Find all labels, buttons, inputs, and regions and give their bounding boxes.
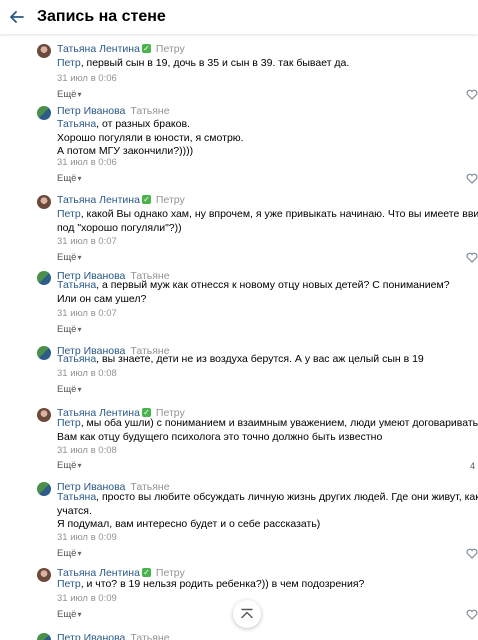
comment-date[interactable]: 31 июл в 0:06: [57, 157, 117, 168]
chevron-down-icon: ▾: [77, 610, 82, 619]
mention-link[interactable]: Татьяна: [57, 491, 96, 503]
comment: Татьяна Лентина ✓ Петру Петр, первый сын в…: [0, 39, 478, 100]
author-name[interactable]: Татьяна Лентина: [57, 43, 140, 55]
more-button[interactable]: Ещё▾: [57, 173, 81, 184]
comment-text: Петр, и что? в 19 нельзя родить ребенка?…: [57, 578, 365, 590]
reply-to[interactable]: Петру: [156, 43, 185, 55]
comment: Петр Иванова Татьяне Татьяна, просто вы л…: [0, 477, 478, 562]
author-name[interactable]: Петр Иванова: [57, 632, 125, 640]
avatar[interactable]: [37, 106, 51, 120]
top-bar: Запись на стене: [0, 0, 478, 34]
like-heart-icon[interactable]: [466, 173, 478, 184]
comment-date[interactable]: 31 июл в 0:07: [57, 308, 117, 319]
more-button[interactable]: Ещё▾: [57, 609, 81, 620]
chevron-down-icon: ▾: [77, 385, 82, 394]
avatar[interactable]: [37, 346, 51, 360]
comment: Петр Иванова Татьяне: [0, 628, 478, 640]
mention-link[interactable]: Татьяна: [57, 279, 96, 291]
comment-text: Татьяна, просто вы любите обсуждать личн…: [57, 491, 478, 530]
verified-icon: ✓: [141, 408, 151, 417]
comment-text: Татьяна, от разных браков. Хорошо погуля…: [57, 118, 244, 157]
like-heart-icon[interactable]: [466, 609, 478, 620]
comment: Петр Иванова Татьяне Татьяна, вы знаете, …: [0, 341, 478, 397]
more-button[interactable]: Ещё▾: [57, 460, 81, 471]
avatar[interactable]: [37, 271, 51, 285]
comment-date[interactable]: 31 июл в 0:08: [57, 368, 117, 379]
more-button[interactable]: Ещё▾: [57, 548, 81, 559]
chevron-down-icon: ▾: [77, 90, 82, 99]
back-arrow-icon: [10, 11, 24, 23]
more-button[interactable]: Ещё▾: [57, 324, 81, 335]
like-heart-icon[interactable]: [466, 89, 478, 100]
avatar[interactable]: [37, 482, 51, 496]
avatar[interactable]: [37, 195, 51, 209]
comment: Татьяна Лентина ✓ Петру Петр, мы оба ушли)…: [0, 403, 478, 475]
comment-header: Татьяна Лентина ✓ Петру: [57, 194, 185, 206]
comment: Татьяна Лентина ✓ Петру Петр, какой Вы одн…: [0, 190, 478, 263]
comment-date[interactable]: 31 июл в 0:07: [57, 236, 117, 247]
like-heart-icon[interactable]: [466, 252, 478, 263]
more-button[interactable]: Ещё▾: [57, 89, 81, 100]
more-button[interactable]: Ещё▾: [57, 252, 81, 263]
comment-header: Петр Иванова Татьяне: [57, 632, 170, 640]
mention-link[interactable]: Татьяна: [57, 353, 96, 365]
mention-link[interactable]: Петр: [57, 417, 81, 429]
like-heart-icon[interactable]: [466, 548, 478, 559]
verified-icon: ✓: [141, 44, 151, 53]
comment-header: Татьяна Лентина ✓ Петру: [57, 43, 185, 55]
avatar[interactable]: [37, 44, 51, 58]
scroll-to-top-button[interactable]: [233, 600, 261, 628]
comment: Петр Иванова Татьяне Татьяна, а первый му…: [0, 266, 478, 338]
reply-to[interactable]: Петру: [156, 194, 185, 206]
author-name[interactable]: Петр Иванова: [57, 105, 125, 117]
comment-date[interactable]: 31 июл в 0:06: [57, 73, 117, 84]
mention-link[interactable]: Петр: [57, 208, 81, 220]
chevron-down-icon: ▾: [77, 461, 82, 470]
comment-text: Петр, какой Вы однако хам, ну впрочем, я…: [57, 208, 478, 234]
comment-date[interactable]: 31 июл в 0:09: [57, 593, 117, 604]
chevron-down-icon: ▾: [77, 325, 82, 334]
like-count[interactable]: 4: [470, 461, 475, 471]
comment-date[interactable]: 31 июл в 0:08: [57, 445, 117, 456]
mention-link[interactable]: Петр: [57, 578, 81, 590]
back-button[interactable]: [2, 0, 32, 34]
chevron-down-icon: ▾: [77, 174, 82, 183]
comment-text: Татьяна, вы знаете, дети не из воздуха б…: [57, 353, 424, 365]
comment-date[interactable]: 31 июл в 0:09: [57, 532, 117, 543]
chevron-down-icon: ▾: [77, 549, 82, 558]
reply-to[interactable]: Татьяне: [130, 105, 169, 117]
mention-link[interactable]: Петр: [57, 57, 81, 69]
comments-feed[interactable]: Татьяна Лентина ✓ Петру Петр, первый сын в…: [0, 34, 478, 640]
avatar[interactable]: [37, 408, 51, 422]
author-name[interactable]: Татьяна Лентина: [57, 194, 140, 206]
comment-text: Татьяна, а первый муж как отнесся к ново…: [57, 279, 450, 305]
mention-link[interactable]: Татьяна: [57, 118, 96, 130]
comment-header: Петр Иванова Татьяне: [57, 105, 170, 117]
avatar[interactable]: [37, 568, 51, 582]
more-button[interactable]: Ещё▾: [57, 384, 81, 395]
comment: Петр Иванова Татьяне Татьяна, от разных б…: [0, 101, 478, 186]
verified-icon: ✓: [141, 568, 151, 577]
avatar[interactable]: [37, 633, 51, 640]
comment-text: Петр, первый сын в 19, дочь в 35 и сын в…: [57, 57, 350, 69]
verified-icon: ✓: [141, 195, 151, 204]
scroll-up-icon: [241, 608, 253, 619]
page-title: Запись на стене: [37, 8, 166, 25]
comment-text: Петр, мы оба ушли) с пониманием и взаимн…: [57, 417, 478, 443]
chevron-down-icon: ▾: [77, 253, 82, 262]
reply-to[interactable]: Татьяне: [130, 632, 169, 640]
